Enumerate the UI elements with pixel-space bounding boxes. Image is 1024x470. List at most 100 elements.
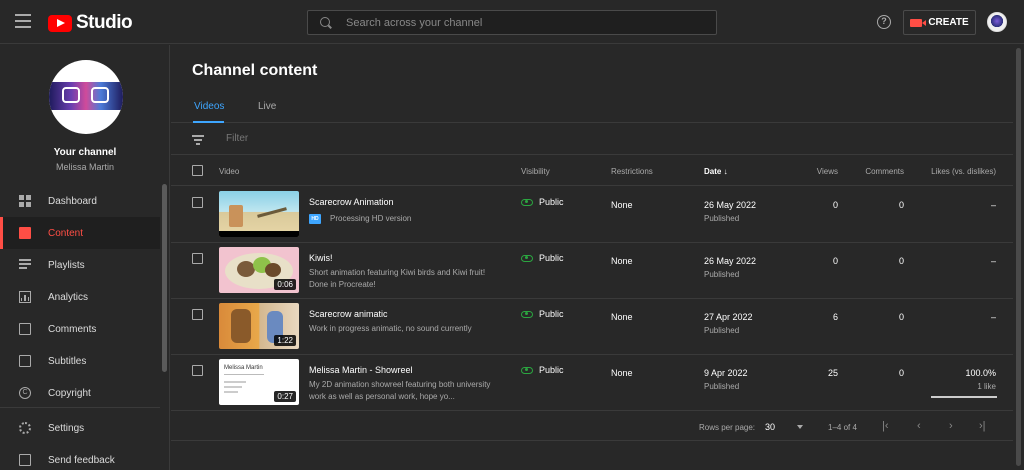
- column-header-views[interactable]: Views: [817, 167, 838, 176]
- restrictions-cell: None: [611, 312, 633, 322]
- views-cell: 0: [832, 256, 838, 266]
- sidebar-scrollbar[interactable]: [162, 184, 167, 372]
- search-bar[interactable]: [307, 10, 717, 35]
- previous-page-icon[interactable]: ‹: [917, 420, 921, 432]
- sidebar-item-label: Content: [48, 227, 84, 239]
- rows-per-page-label: Rows per page:: [699, 423, 756, 432]
- sidebar-item-comments[interactable]: Comments: [0, 313, 160, 345]
- settings-icon: [19, 422, 31, 434]
- sidebar-item-label: Send feedback: [48, 454, 115, 466]
- video-thumbnail[interactable]: 0:06: [219, 247, 299, 293]
- table-row[interactable]: 0:06 Kiwis! Short animation featuring Ki…: [171, 243, 1013, 299]
- channel-avatar[interactable]: [49, 60, 123, 134]
- sidebar-item-copyright[interactable]: C Copyright: [0, 377, 160, 409]
- pagination-bar: Rows per page: 30 1–4 of 4 |‹ ‹ › ›|: [171, 411, 1013, 441]
- date-cell: 27 Apr 2022: [704, 312, 753, 322]
- likes-cell: –: [990, 200, 996, 210]
- restrictions-cell: None: [611, 200, 633, 210]
- comments-cell: 0: [898, 368, 904, 378]
- channel-name: Melissa Martin: [55, 162, 114, 172]
- sidebar-item-label: Dashboard: [48, 195, 97, 207]
- table-row[interactable]: Melissa Martin 0:27 Melissa Martin - Sho…: [171, 355, 1013, 411]
- sidebar-item-content[interactable]: Content: [0, 217, 160, 249]
- row-checkbox[interactable]: [192, 365, 203, 376]
- column-header-likes[interactable]: Likes (vs. dislikes): [931, 167, 996, 176]
- visibility-cell[interactable]: Public: [521, 253, 564, 263]
- studio-logo[interactable]: Studio: [48, 12, 133, 34]
- your-channel-label: Your channel: [53, 147, 117, 158]
- sidebar-item-settings[interactable]: Settings: [0, 412, 160, 444]
- sidebar-nav: Dashboard Content Playlists Analytics Co…: [0, 185, 160, 409]
- sidebar-item-send-feedback[interactable]: Send feedback: [0, 444, 160, 470]
- sidebar-item-dashboard[interactable]: Dashboard: [0, 185, 160, 217]
- sidebar-item-label: Analytics: [48, 291, 89, 303]
- row-checkbox[interactable]: [192, 197, 203, 208]
- publish-status: Published: [704, 270, 740, 279]
- video-thumbnail[interactable]: 1:22: [219, 303, 299, 349]
- content-icon: [19, 227, 31, 239]
- column-header-date[interactable]: Date ↓: [704, 167, 728, 176]
- column-header-restrictions[interactable]: Restrictions: [611, 167, 653, 176]
- select-all-checkbox[interactable]: [192, 165, 203, 176]
- likes-cell: 100.0%: [965, 368, 996, 378]
- filter-bar: [171, 124, 1013, 155]
- hamburger-menu-icon[interactable]: [15, 14, 31, 28]
- comments-icon: [19, 323, 31, 335]
- table-row[interactable]: Scarecrow Animation HD Processing HD ver…: [171, 187, 1013, 243]
- visibility-label: Public: [539, 309, 564, 319]
- rows-per-page-select[interactable]: 30: [765, 422, 775, 432]
- hd-badge: HD: [309, 214, 321, 224]
- likes-ratio-bar: [931, 396, 997, 398]
- restrictions-cell: None: [611, 368, 633, 378]
- public-eye-icon: [521, 366, 533, 374]
- table-header: Video Visibility Restrictions Date ↓ Vie…: [171, 156, 1013, 186]
- publish-status: Published: [704, 326, 740, 335]
- last-page-icon[interactable]: ›|: [979, 420, 986, 432]
- video-description: Work in progress animatic, no sound curr…: [309, 324, 472, 333]
- visibility-cell[interactable]: Public: [521, 309, 564, 319]
- publish-status: Published: [704, 382, 740, 391]
- views-cell: 25: [827, 368, 838, 378]
- next-page-icon[interactable]: ›: [949, 420, 953, 432]
- video-title[interactable]: Melissa Martin - Showreel: [309, 365, 413, 375]
- video-title[interactable]: Scarecrow animatic: [309, 309, 388, 319]
- sidebar-item-playlists[interactable]: Playlists: [0, 249, 160, 281]
- sidebar-item-label: Comments: [48, 323, 97, 335]
- video-title[interactable]: Scarecrow Animation: [309, 197, 394, 207]
- search-input[interactable]: [346, 16, 706, 29]
- create-button-label: CREATE: [928, 17, 969, 28]
- date-cell: 9 Apr 2022: [704, 368, 748, 378]
- chevron-down-icon[interactable]: [797, 425, 803, 429]
- create-button[interactable]: CREATE: [903, 10, 976, 35]
- column-header-comments[interactable]: Comments: [865, 167, 904, 176]
- visibility-cell[interactable]: Public: [521, 197, 564, 207]
- sidebar-item-label: Playlists: [48, 259, 85, 271]
- first-page-icon[interactable]: |‹: [882, 420, 889, 432]
- publish-status: Published: [704, 214, 740, 223]
- public-eye-icon: [521, 310, 533, 318]
- date-cell: 26 May 2022: [704, 256, 757, 266]
- main-scrollbar[interactable]: [1016, 48, 1021, 466]
- column-header-visibility[interactable]: Visibility: [521, 167, 550, 176]
- visibility-cell[interactable]: Public: [521, 365, 564, 375]
- main-content: Channel content Videos Live Video Visibi…: [171, 45, 1013, 470]
- account-avatar[interactable]: [987, 12, 1007, 32]
- video-thumbnail[interactable]: Melissa Martin 0:27: [219, 359, 299, 405]
- filter-icon[interactable]: [192, 135, 204, 147]
- tab-live[interactable]: Live: [258, 101, 276, 112]
- tab-videos[interactable]: Videos: [194, 101, 224, 112]
- row-checkbox[interactable]: [192, 309, 203, 320]
- row-checkbox[interactable]: [192, 253, 203, 264]
- sidebar-item-analytics[interactable]: Analytics: [0, 281, 160, 313]
- help-icon[interactable]: ?: [877, 15, 891, 29]
- video-title[interactable]: Kiwis!: [309, 253, 333, 263]
- likes-cell: –: [990, 312, 996, 322]
- filter-input[interactable]: [226, 133, 626, 144]
- sidebar-divider: [0, 407, 160, 408]
- restrictions-cell: None: [611, 256, 633, 266]
- video-thumbnail[interactable]: [219, 191, 299, 237]
- table-row[interactable]: 1:22 Scarecrow animatic Work in progress…: [171, 299, 1013, 355]
- video-description: Short animation featuring Kiwi birds and…: [309, 268, 486, 289]
- sidebar-item-subtitles[interactable]: Subtitles: [0, 345, 160, 377]
- likes-cell: –: [990, 256, 996, 266]
